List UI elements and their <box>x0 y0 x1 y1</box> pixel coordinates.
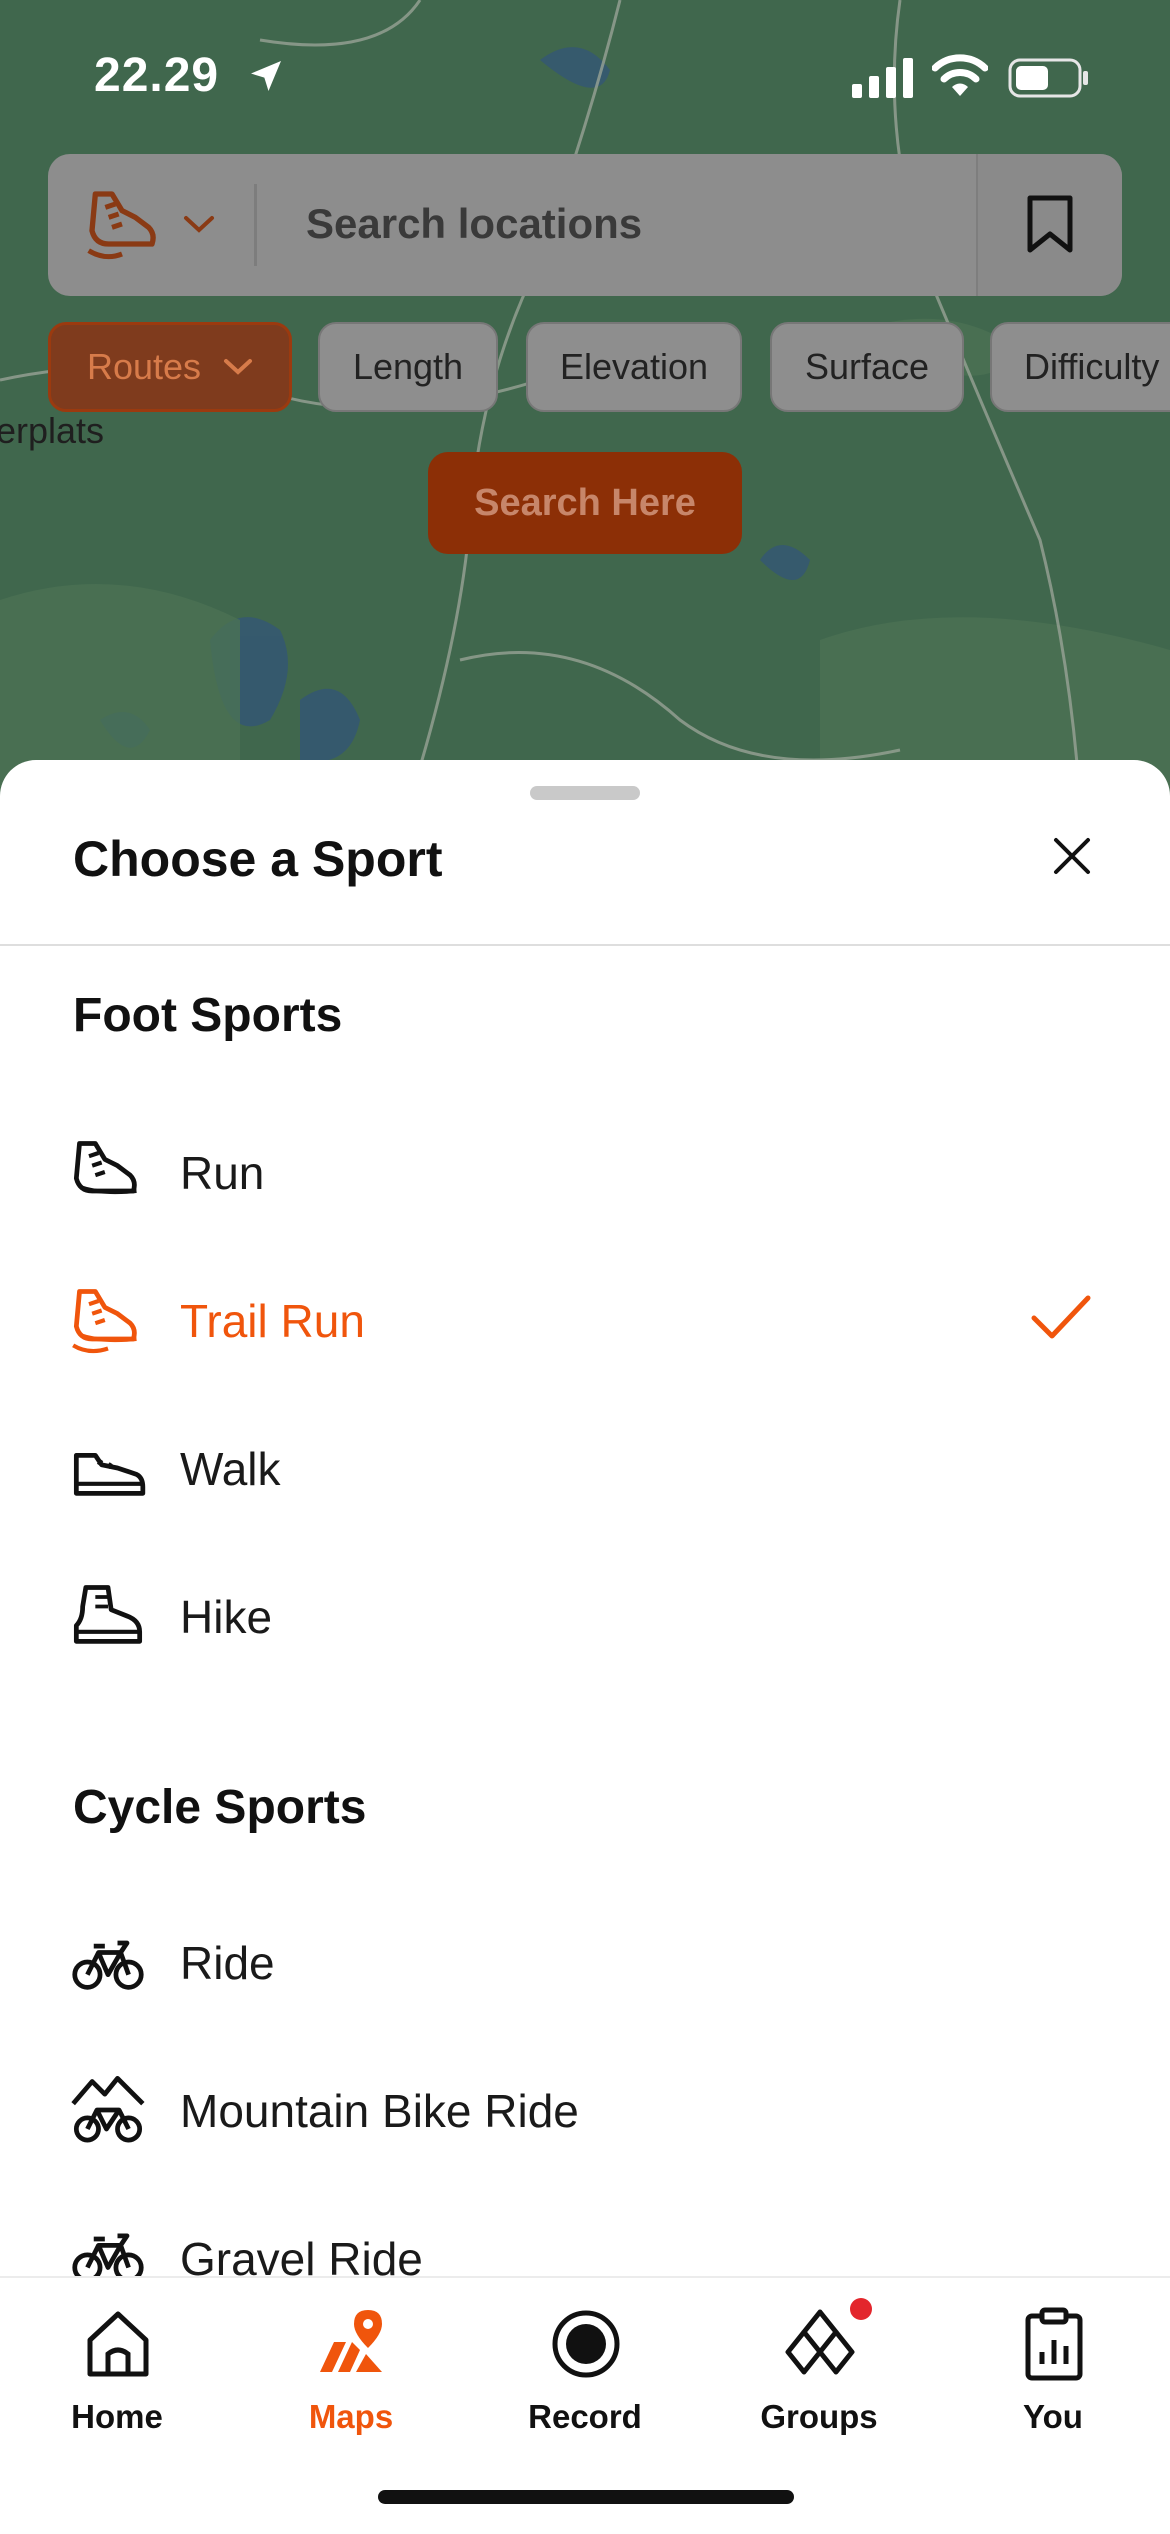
search-bar: Search locations <box>48 154 1122 296</box>
hiking-boot-icon <box>73 1585 143 1644</box>
profile-clipboard-icon <box>1025 2307 1083 2381</box>
map-place-label: erplats <box>0 410 105 451</box>
close-icon[interactable] <box>1046 830 1098 882</box>
saved-routes-button[interactable] <box>976 154 1122 296</box>
maps-icon <box>320 2310 382 2372</box>
mountain-bike-icon <box>71 2075 145 2143</box>
sport-item-run[interactable]: Run <box>0 1102 1170 1232</box>
sport-item-walk[interactable]: Walk <box>0 1398 1170 1528</box>
difficulty-filter-chip[interactable]: Difficulty <box>990 322 1170 412</box>
sheet-grabber[interactable] <box>530 786 640 800</box>
sport-item-label: Ride <box>180 1937 275 1989</box>
choose-sport-sheet: Choose a Sport Foot Sports Run Trail Run <box>0 760 1170 2532</box>
cycle-sports-heading: Cycle Sports <box>73 1781 367 1834</box>
sport-item-mountain-bike-ride[interactable]: Mountain Bike Ride <box>0 2040 1170 2170</box>
search-input[interactable]: Search locations <box>306 200 642 248</box>
search-here-button[interactable]: Search Here <box>428 452 742 554</box>
notification-dot <box>850 2298 872 2320</box>
record-icon <box>552 2310 620 2378</box>
surface-filter-chip[interactable]: Surface <box>770 322 964 412</box>
tab-you-label: You <box>1023 2398 1083 2435</box>
cellular-signal-icon <box>852 58 913 98</box>
tab-home-label: Home <box>71 2398 163 2435</box>
tab-you[interactable]: You <box>936 2298 1170 2448</box>
checkmark-icon <box>1031 1295 1091 1339</box>
search-divider <box>254 184 257 266</box>
sheet-divider <box>0 944 1170 946</box>
bike-icon <box>72 1940 144 1990</box>
sport-selector-button[interactable] <box>48 154 256 296</box>
sheet-title: Choose a Sport <box>73 831 443 887</box>
sport-item-label: Walk <box>180 1443 281 1495</box>
chevron-down-icon <box>224 359 253 375</box>
elevation-filter-chip[interactable]: Elevation <box>526 322 742 412</box>
length-filter-chip[interactable]: Length <box>318 322 498 412</box>
wifi-icon <box>932 54 988 96</box>
location-arrow-icon <box>251 61 281 91</box>
foot-sports-heading: Foot Sports <box>73 989 343 1042</box>
tab-home[interactable]: Home <box>0 2298 234 2448</box>
sport-item-ride[interactable]: Ride <box>0 1892 1170 2022</box>
routes-chip-label: Routes <box>86 346 202 387</box>
walk-shoe-icon <box>73 1452 146 1496</box>
trail-run-shoe-icon <box>72 1289 137 1354</box>
sport-item-hike[interactable]: Hike <box>0 1546 1170 1676</box>
sport-item-trail-run[interactable]: Trail Run <box>0 1250 1170 1380</box>
home-icon <box>87 2311 149 2377</box>
groups-icon <box>785 2309 855 2375</box>
tab-record-label: Record <box>528 2398 642 2435</box>
status-time: 22.29 <box>94 49 220 102</box>
tab-record[interactable]: Record <box>468 2298 702 2448</box>
chevron-down-icon <box>184 216 214 233</box>
run-shoe-icon <box>73 1141 137 1195</box>
battery-icon <box>1008 58 1088 98</box>
routes-filter-chip[interactable]: Routes <box>48 322 292 412</box>
sport-item-label: Trail Run <box>180 1295 365 1347</box>
status-bar: 22.29 <box>0 0 1170 150</box>
tab-maps-label: Maps <box>308 2398 394 2435</box>
tab-groups-label: Groups <box>760 2398 878 2435</box>
bookmark-icon <box>1027 195 1073 253</box>
tab-maps[interactable]: Maps <box>234 2298 468 2448</box>
sport-item-label: Mountain Bike Ride <box>180 2085 579 2137</box>
home-indicator[interactable] <box>378 2490 794 2504</box>
tab-groups[interactable]: Groups <box>702 2298 936 2448</box>
sport-item-label: Run <box>180 1147 265 1199</box>
trail-run-shoe-icon <box>87 191 156 260</box>
sport-item-label: Hike <box>180 1591 273 1643</box>
filter-chips: Routes Length Elevation Surface Difficul… <box>48 322 1170 416</box>
